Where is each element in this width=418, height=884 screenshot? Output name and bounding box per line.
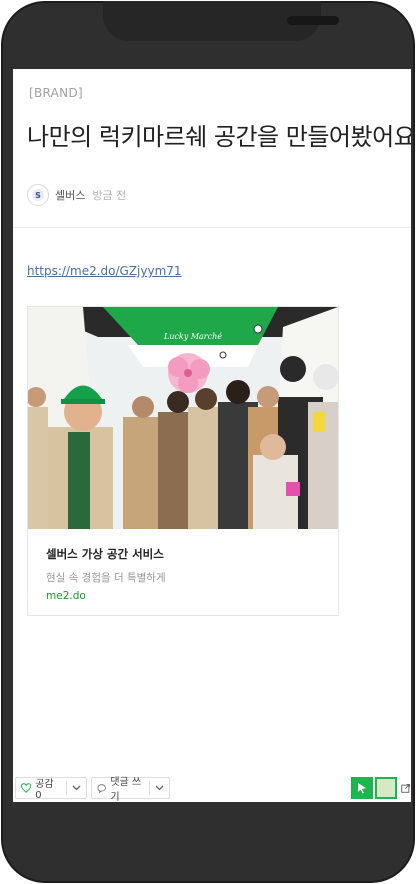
comment-icon — [97, 783, 106, 793]
heart-icon — [21, 783, 32, 793]
phone-notch — [103, 1, 339, 41]
chevron-down-icon — [155, 785, 164, 791]
link-preview-card[interactable]: Lucky Marché 셀버스 가상 공간 서비스 현실 속 경험을 더 특별… — [27, 306, 339, 616]
like-dropdown[interactable] — [67, 778, 86, 798]
like-label: 공감 0 — [35, 779, 54, 801]
avatar[interactable]: S — [27, 184, 49, 206]
comment-button-group: 댓글 쓰기 — [91, 777, 170, 802]
comment-dropdown[interactable] — [150, 778, 169, 798]
pin-icon — [358, 783, 366, 794]
sign-text: Lucky Marché — [163, 332, 222, 341]
author-row: S 셀버스 방금 전 — [27, 184, 126, 206]
share-icon — [401, 783, 411, 793]
model-figure — [28, 385, 113, 529]
screen: [BRAND] 나만의 럭키마르쉐 공간을 만들어봤어요- S 셀버스 방금 전… — [13, 69, 411, 802]
action-bar: 공감 0 댓글 쓰기 — [13, 774, 411, 802]
share-button[interactable] — [401, 777, 411, 799]
post-category: [BRAND] — [29, 86, 83, 100]
comment-label: 댓글 쓰기 — [110, 777, 142, 802]
keep-button[interactable] — [351, 777, 373, 799]
like-button-group: 공감 0 — [15, 777, 87, 801]
chevron-down-icon — [72, 785, 81, 791]
divider — [13, 227, 411, 228]
speaker-grille — [287, 16, 339, 25]
like-button[interactable]: 공감 0 — [16, 778, 66, 801]
right-actions — [349, 777, 411, 799]
post-time: 방금 전 — [92, 189, 127, 202]
post-title: 나만의 럭키마르쉐 공간을 만들어봤어요- — [27, 123, 411, 151]
phone-frame: [BRAND] 나만의 럭키마르쉐 공간을 만들어봤어요- S 셀버스 방금 전… — [1, 1, 415, 883]
post-link[interactable]: https://me2.do/GZjyym71 — [27, 264, 182, 278]
logo-icon: S — [32, 189, 44, 201]
author-name[interactable]: 셀버스 — [55, 187, 85, 203]
card-image: Lucky Marché — [28, 307, 338, 529]
comment-button[interactable]: 댓글 쓰기 — [92, 777, 149, 802]
svg-text:S: S — [35, 191, 41, 200]
card-domain: me2.do — [46, 590, 86, 602]
card-title: 셀버스 가상 공간 서비스 — [46, 547, 164, 561]
bookmark-button[interactable] — [375, 777, 397, 799]
card-description: 현실 속 경험을 더 특별하게 — [46, 572, 166, 584]
